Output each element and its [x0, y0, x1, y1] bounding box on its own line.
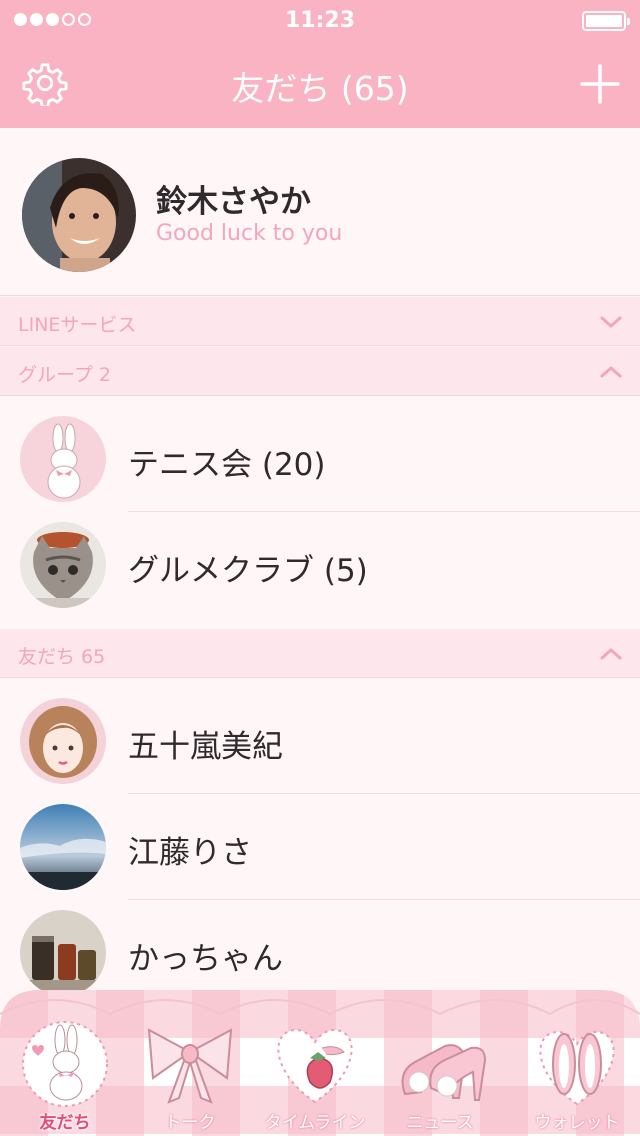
tab-label: トーク: [164, 1113, 216, 1133]
tab-friends[interactable]: 友だち: [10, 990, 120, 1136]
status-time: 11:23: [284, 8, 356, 33]
tab-label: ニュース: [406, 1113, 474, 1133]
group-avatar: [20, 416, 106, 502]
friend-avatar: [20, 698, 106, 784]
tab-bar: 友だち トーク タイムライン ニュース ウォレット: [0, 990, 640, 1136]
tab-wallet[interactable]: ウォレット: [522, 990, 632, 1136]
list-item-friend[interactable]: 五十嵐美紀: [0, 688, 640, 794]
group-name: グルメクラブ (5): [128, 553, 368, 589]
ribbon-icon: [147, 1028, 233, 1104]
tab-talk[interactable]: トーク: [135, 990, 245, 1136]
friend-name: 五十嵐美紀: [128, 729, 283, 765]
friend-avatar: [20, 910, 106, 996]
heels-icon: [401, 1044, 487, 1101]
profile-status-message: Good luck to you: [156, 221, 343, 246]
chevron-up-icon: [600, 648, 622, 660]
tab-label: タイムライン: [264, 1113, 366, 1133]
profile-name: 鈴木さやか: [156, 184, 311, 220]
page-title: 友だち (65): [231, 69, 409, 108]
group-avatar: [20, 522, 106, 608]
profile-avatar: [22, 158, 136, 272]
list-item-friend[interactable]: 江藤りさ: [0, 794, 640, 900]
section-label: LINEサービス: [18, 314, 137, 336]
bunny-icon: [22, 1021, 108, 1107]
tab-news[interactable]: ニュース: [385, 990, 495, 1136]
section-header-groups[interactable]: グループ 2: [0, 347, 640, 396]
strawberry-icon: [277, 1028, 353, 1104]
section-header-friends[interactable]: 友だち 65: [0, 629, 640, 678]
tab-label: 友だち: [39, 1113, 91, 1133]
friend-name: 江藤りさ: [128, 835, 252, 871]
section-label: 友だち 65: [18, 646, 106, 668]
section-label: グループ 2: [18, 364, 111, 386]
list-item-group[interactable]: テニス会 (20): [0, 406, 640, 512]
chevron-down-icon: [600, 316, 622, 328]
group-name: テニス会 (20): [128, 447, 326, 483]
battery-icon: [582, 11, 630, 31]
tab-timeline[interactable]: タイムライン: [260, 990, 370, 1136]
bunny-ears-icon: [539, 1030, 615, 1106]
friend-avatar: [20, 804, 106, 890]
chevron-up-icon: [600, 366, 622, 378]
nav-bar: 友だち (65): [0, 40, 640, 128]
my-profile[interactable]: 鈴木さやか Good luck to you: [0, 128, 640, 296]
plus-icon[interactable]: [578, 62, 622, 106]
friend-name: かっちゃん: [128, 941, 283, 977]
list-item-group[interactable]: グルメクラブ (5): [0, 512, 640, 618]
tab-label: ウォレット: [534, 1113, 620, 1133]
section-header-line-services[interactable]: LINEサービス: [0, 297, 640, 346]
status-bar: 11:23: [0, 0, 640, 40]
